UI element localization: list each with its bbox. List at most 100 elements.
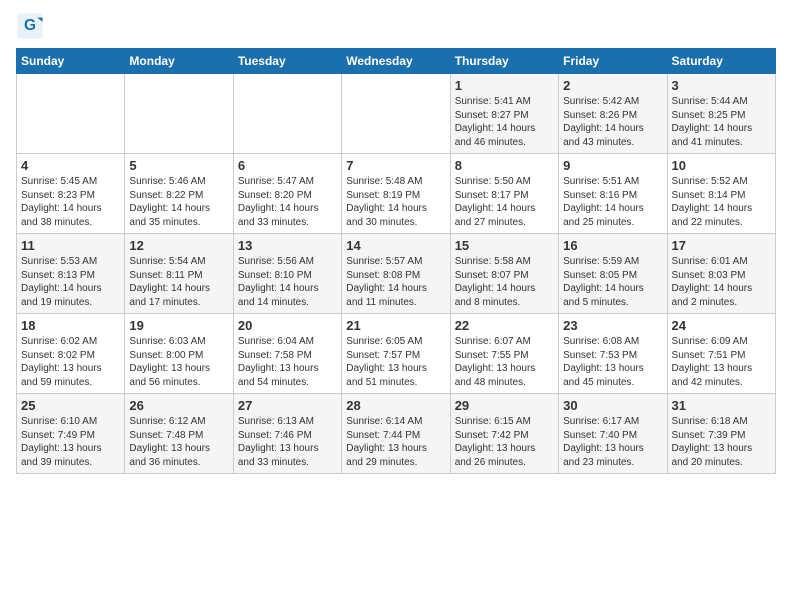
- day-number: 6: [238, 158, 337, 173]
- day-number: 5: [129, 158, 228, 173]
- day-cell: 22 Sunrise: 6:07 AM Sunset: 7:55 PM Dayli…: [450, 314, 558, 394]
- day-info: Sunrise: 5:59 AM Sunset: 8:05 PM Dayligh…: [563, 255, 662, 309]
- day-info: Sunrise: 6:02 AM Sunset: 8:02 PM Dayligh…: [21, 335, 120, 389]
- day-cell: 26Sunrise: 6:12 AM Sunset: 7:48 PM Dayli…: [125, 394, 233, 474]
- day-number: 10: [672, 158, 771, 173]
- day-info: Sunrise: 6:17 AM Sunset: 7:40 PM Dayligh…: [563, 415, 662, 469]
- day-number: 31: [672, 398, 771, 413]
- day-cell: [342, 74, 450, 154]
- day-number: 19: [129, 318, 228, 333]
- day-number: 8: [455, 158, 554, 173]
- day-cell: 30 Sunrise: 6:17 AM Sunset: 7:40 PM Dayli…: [559, 394, 667, 474]
- day-cell: 19Sunrise: 6:03 AM Sunset: 8:00 PM Dayli…: [125, 314, 233, 394]
- day-number: 1: [455, 78, 554, 93]
- day-number: 20: [238, 318, 337, 333]
- week-row-3: 18 Sunrise: 6:02 AM Sunset: 8:02 PM Dayli…: [17, 314, 776, 394]
- header-cell-thursday: Thursday: [450, 49, 558, 74]
- day-cell: 11 Sunrise: 5:53 AM Sunset: 8:13 PM Dayli…: [17, 234, 125, 314]
- calendar-header: SundayMondayTuesdayWednesdayThursdayFrid…: [17, 49, 776, 74]
- day-info: Sunrise: 5:51 AM Sunset: 8:16 PM Dayligh…: [563, 175, 662, 229]
- day-cell: 10 Sunrise: 5:52 AM Sunset: 8:14 PM Dayli…: [667, 154, 775, 234]
- day-cell: [125, 74, 233, 154]
- day-cell: 4 Sunrise: 5:45 AM Sunset: 8:23 PM Daylig…: [17, 154, 125, 234]
- day-number: 21: [346, 318, 445, 333]
- calendar-table: SundayMondayTuesdayWednesdayThursdayFrid…: [16, 48, 776, 474]
- day-cell: 27Sunrise: 6:13 AM Sunset: 7:46 PM Dayli…: [233, 394, 341, 474]
- day-cell: 14Sunrise: 5:57 AM Sunset: 8:08 PM Dayli…: [342, 234, 450, 314]
- header-cell-monday: Monday: [125, 49, 233, 74]
- day-info: Sunrise: 5:47 AM Sunset: 8:20 PM Dayligh…: [238, 175, 337, 229]
- day-cell: 28 Sunrise: 6:14 AM Sunset: 7:44 PM Dayli…: [342, 394, 450, 474]
- day-number: 29: [455, 398, 554, 413]
- day-info: Sunrise: 5:54 AM Sunset: 8:11 PM Dayligh…: [129, 255, 228, 309]
- day-number: 3: [672, 78, 771, 93]
- day-number: 7: [346, 158, 445, 173]
- day-info: Sunrise: 6:05 AM Sunset: 7:57 PM Dayligh…: [346, 335, 445, 389]
- day-cell: 31 Sunrise: 6:18 AM Sunset: 7:39 PM Dayli…: [667, 394, 775, 474]
- day-number: 28: [346, 398, 445, 413]
- header-cell-friday: Friday: [559, 49, 667, 74]
- day-cell: 13 Sunrise: 5:56 AM Sunset: 8:10 PM Dayli…: [233, 234, 341, 314]
- logo-icon: G: [16, 12, 44, 40]
- day-cell: 21 Sunrise: 6:05 AM Sunset: 7:57 PM Dayli…: [342, 314, 450, 394]
- day-number: 15: [455, 238, 554, 253]
- day-info: Sunrise: 5:48 AM Sunset: 8:19 PM Dayligh…: [346, 175, 445, 229]
- day-cell: 15 Sunrise: 5:58 AM Sunset: 8:07 PM Dayli…: [450, 234, 558, 314]
- day-number: 12: [129, 238, 228, 253]
- logo: G: [16, 12, 46, 40]
- week-row-0: 1Sunrise: 5:41 AM Sunset: 8:27 PM Daylig…: [17, 74, 776, 154]
- day-info: Sunrise: 6:04 AM Sunset: 7:58 PM Dayligh…: [238, 335, 337, 389]
- page-container: G SundayMondayTuesdayWednesdayThursdayFr…: [0, 0, 792, 482]
- day-cell: 6 Sunrise: 5:47 AM Sunset: 8:20 PM Daylig…: [233, 154, 341, 234]
- day-cell: 20 Sunrise: 6:04 AM Sunset: 7:58 PM Dayli…: [233, 314, 341, 394]
- day-number: 11: [21, 238, 120, 253]
- header-cell-saturday: Saturday: [667, 49, 775, 74]
- day-info: Sunrise: 6:18 AM Sunset: 7:39 PM Dayligh…: [672, 415, 771, 469]
- day-info: Sunrise: 5:42 AM Sunset: 8:26 PM Dayligh…: [563, 95, 662, 149]
- day-number: 13: [238, 238, 337, 253]
- day-info: Sunrise: 5:46 AM Sunset: 8:22 PM Dayligh…: [129, 175, 228, 229]
- header-cell-wednesday: Wednesday: [342, 49, 450, 74]
- day-number: 23: [563, 318, 662, 333]
- day-info: Sunrise: 5:52 AM Sunset: 8:14 PM Dayligh…: [672, 175, 771, 229]
- day-cell: 12 Sunrise: 5:54 AM Sunset: 8:11 PM Dayli…: [125, 234, 233, 314]
- day-number: 30: [563, 398, 662, 413]
- day-cell: 7 Sunrise: 5:48 AM Sunset: 8:19 PM Daylig…: [342, 154, 450, 234]
- day-cell: 2 Sunrise: 5:42 AM Sunset: 8:26 PM Daylig…: [559, 74, 667, 154]
- day-cell: 24 Sunrise: 6:09 AM Sunset: 7:51 PM Dayli…: [667, 314, 775, 394]
- header-row: SundayMondayTuesdayWednesdayThursdayFrid…: [17, 49, 776, 74]
- day-number: 17: [672, 238, 771, 253]
- day-info: Sunrise: 5:50 AM Sunset: 8:17 PM Dayligh…: [455, 175, 554, 229]
- day-number: 27: [238, 398, 337, 413]
- day-info: Sunrise: 6:10 AM Sunset: 7:49 PM Dayligh…: [21, 415, 120, 469]
- day-number: 24: [672, 318, 771, 333]
- header: G: [16, 12, 776, 40]
- week-row-2: 11 Sunrise: 5:53 AM Sunset: 8:13 PM Dayli…: [17, 234, 776, 314]
- week-row-4: 25Sunrise: 6:10 AM Sunset: 7:49 PM Dayli…: [17, 394, 776, 474]
- day-cell: 29Sunrise: 6:15 AM Sunset: 7:42 PM Dayli…: [450, 394, 558, 474]
- day-cell: 18 Sunrise: 6:02 AM Sunset: 8:02 PM Dayli…: [17, 314, 125, 394]
- day-cell: 3 Sunrise: 5:44 AM Sunset: 8:25 PM Daylig…: [667, 74, 775, 154]
- day-info: Sunrise: 6:07 AM Sunset: 7:55 PM Dayligh…: [455, 335, 554, 389]
- day-cell: 5 Sunrise: 5:46 AM Sunset: 8:22 PM Daylig…: [125, 154, 233, 234]
- day-cell: 25Sunrise: 6:10 AM Sunset: 7:49 PM Dayli…: [17, 394, 125, 474]
- header-cell-sunday: Sunday: [17, 49, 125, 74]
- day-cell: 1Sunrise: 5:41 AM Sunset: 8:27 PM Daylig…: [450, 74, 558, 154]
- day-info: Sunrise: 6:08 AM Sunset: 7:53 PM Dayligh…: [563, 335, 662, 389]
- day-number: 9: [563, 158, 662, 173]
- day-info: Sunrise: 6:14 AM Sunset: 7:44 PM Dayligh…: [346, 415, 445, 469]
- day-info: Sunrise: 5:45 AM Sunset: 8:23 PM Dayligh…: [21, 175, 120, 229]
- day-number: 22: [455, 318, 554, 333]
- day-info: Sunrise: 5:56 AM Sunset: 8:10 PM Dayligh…: [238, 255, 337, 309]
- day-cell: 23 Sunrise: 6:08 AM Sunset: 7:53 PM Dayli…: [559, 314, 667, 394]
- day-info: Sunrise: 6:12 AM Sunset: 7:48 PM Dayligh…: [129, 415, 228, 469]
- day-info: Sunrise: 6:09 AM Sunset: 7:51 PM Dayligh…: [672, 335, 771, 389]
- day-number: 18: [21, 318, 120, 333]
- day-info: Sunrise: 5:53 AM Sunset: 8:13 PM Dayligh…: [21, 255, 120, 309]
- day-info: Sunrise: 5:44 AM Sunset: 8:25 PM Dayligh…: [672, 95, 771, 149]
- day-number: 2: [563, 78, 662, 93]
- day-info: Sunrise: 5:58 AM Sunset: 8:07 PM Dayligh…: [455, 255, 554, 309]
- day-number: 14: [346, 238, 445, 253]
- day-number: 4: [21, 158, 120, 173]
- header-cell-tuesday: Tuesday: [233, 49, 341, 74]
